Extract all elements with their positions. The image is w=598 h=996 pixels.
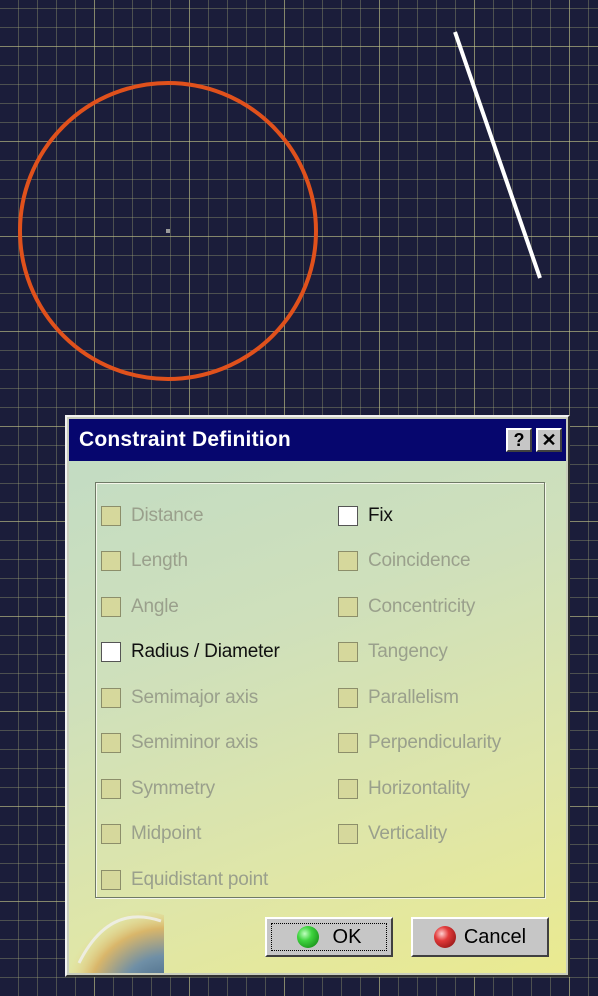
constraint-label: Fix [368, 504, 393, 526]
sketch-line[interactable] [453, 31, 542, 279]
constraint-label: Angle [131, 595, 179, 617]
constraint-checkbox [101, 778, 121, 799]
constraint-option: Symmetry [101, 766, 280, 812]
catia-logo-icon [69, 911, 164, 973]
constraint-checkbox [101, 505, 121, 526]
constraint-option[interactable]: Radius / Diameter [101, 630, 280, 676]
close-button[interactable]: ✕ [536, 428, 562, 452]
dialog-titlebar[interactable]: Constraint Definition ? ✕ [69, 419, 566, 461]
constraint-option: Semimajor axis [101, 675, 280, 721]
constraint-checkbox[interactable] [338, 505, 358, 526]
constraint-label: Radius / Diameter [131, 641, 280, 663]
dialog-body: Distance Length Angle Radius / Diameter Semi… [69, 461, 566, 973]
constraint-label: Distance [131, 504, 204, 526]
constraint-option: Horizontality [338, 766, 501, 812]
red-ball-icon [433, 926, 456, 948]
constraint-label: Midpoint [131, 823, 202, 845]
constraint-option: Angle [101, 584, 280, 630]
constraint-label: Horizontality [368, 777, 470, 799]
help-button[interactable]: ? [506, 428, 532, 452]
constraint-checkbox [338, 687, 358, 708]
constraint-label: Tangency [368, 641, 448, 663]
ok-button[interactable]: OK [265, 917, 393, 957]
constraint-definition-dialog: Constraint Definition ? ✕ Distance Length… [65, 415, 570, 977]
right-options-column: Fix Coincidence Concentricity Tangency Paral… [338, 493, 501, 857]
constraint-label: Concentricity [368, 595, 476, 617]
constraint-checkbox [338, 778, 358, 799]
constraint-label: Semiminor axis [131, 732, 259, 754]
constraint-option: Length [101, 539, 280, 585]
constraint-checkbox [338, 551, 358, 572]
constraint-option: Midpoint [101, 812, 280, 858]
constraint-label: Parallelism [368, 686, 459, 708]
constraint-label: Equidistant point [131, 868, 269, 890]
constraint-label: Symmetry [131, 777, 215, 799]
constraint-checkbox[interactable] [101, 642, 121, 663]
constraint-checkbox [101, 551, 121, 572]
constraint-option: Coincidence [338, 539, 501, 585]
constraint-option[interactable]: Fix [338, 493, 501, 539]
constraint-label: Verticality [368, 823, 448, 845]
cancel-button[interactable]: Cancel [411, 917, 549, 957]
constraint-checkbox [101, 869, 121, 890]
constraint-checkbox [101, 596, 121, 617]
cancel-label: Cancel [463, 925, 527, 948]
constraint-checkbox [338, 733, 358, 754]
constraint-label: Length [131, 550, 188, 572]
constraint-option: Parallelism [338, 675, 501, 721]
constraint-options-group: Distance Length Angle Radius / Diameter Semi… [95, 482, 545, 898]
constraint-checkbox [338, 596, 358, 617]
constraint-option: Perpendicularity [338, 721, 501, 767]
constraint-option: Verticality [338, 812, 501, 858]
constraint-checkbox [101, 687, 121, 708]
circle-center-point[interactable] [166, 229, 170, 233]
left-options-column: Distance Length Angle Radius / Diameter Semi… [101, 493, 280, 903]
constraint-label: Coincidence [368, 550, 471, 572]
constraint-label: Semimajor axis [131, 686, 259, 708]
constraint-option: Concentricity [338, 584, 501, 630]
constraint-option: Semiminor axis [101, 721, 280, 767]
constraint-option: Distance [101, 493, 280, 539]
constraint-checkbox [101, 733, 121, 754]
constraint-label: Perpendicularity [368, 732, 502, 754]
ok-label: OK [332, 925, 362, 948]
constraint-option: Tangency [338, 630, 501, 676]
green-ball-icon [296, 926, 319, 948]
constraint-checkbox [101, 824, 121, 845]
constraint-checkbox [338, 642, 358, 663]
dialog-title: Constraint Definition [79, 428, 291, 451]
constraint-checkbox [338, 824, 358, 845]
